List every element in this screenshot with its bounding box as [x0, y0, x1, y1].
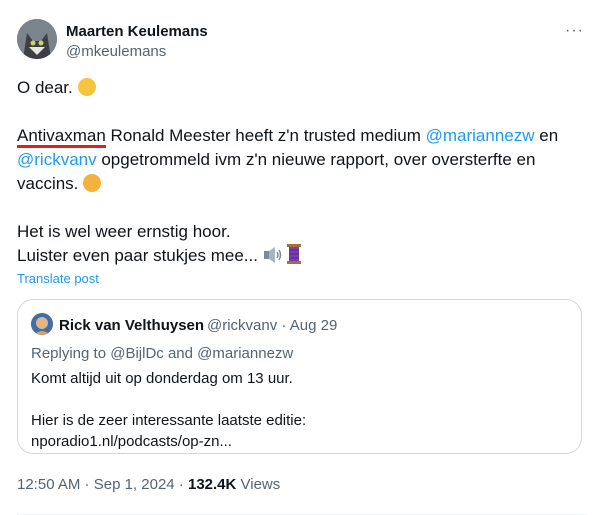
- quoted-author-avatar[interactable]: [31, 313, 53, 335]
- underlined-word: Antivaxman: [17, 126, 106, 148]
- quoted-author-handle[interactable]: @rickvanv: [207, 317, 277, 334]
- views-count: 132.4K: [187, 476, 237, 493]
- mention-mariannezw[interactable]: @mariannezw: [426, 126, 535, 145]
- reply-user-bijldc[interactable]: @BijlDc: [110, 345, 164, 362]
- tweet-line-1: O dear.: [17, 76, 587, 100]
- footer-separator-2: ·: [174, 476, 188, 493]
- quoted-link[interactable]: nporadio1.nl/podcasts/op-zn...: [31, 431, 306, 452]
- mention-rickvanv[interactable]: @rickvanv: [17, 150, 97, 169]
- tweet-text-segment: Ronald Meester heeft z'n trusted medium: [105, 126, 426, 145]
- avatar-image-icon: [17, 19, 57, 59]
- tweet-text-segment: en: [534, 126, 559, 145]
- quoted-author-name[interactable]: Rick van Velthuysen: [59, 317, 204, 334]
- quoted-text: Komt altijd uit op donderdag om 13 uur. …: [31, 368, 306, 452]
- quoted-separator: ·: [277, 317, 290, 334]
- quoted-line-2: Hier is de zeer interessante laatste edi…: [31, 412, 307, 429]
- tweet-line-1-text: O dear.: [17, 78, 73, 97]
- author-handle[interactable]: @mkeulemans: [66, 43, 166, 60]
- post-date[interactable]: Sep 1, 2024: [94, 476, 175, 493]
- spool-of-thread-emoji-icon: [287, 244, 302, 271]
- tweet: Maarten Keulemans @mkeulemans ··· O dear…: [0, 0, 603, 515]
- rolling-eyes-emoji-icon: [77, 78, 96, 96]
- quoted-line-1: Komt altijd uit op donderdag om 13 uur.: [31, 370, 293, 387]
- views-label: Views: [236, 476, 281, 493]
- tweet-text: O dear. Antivaxman Ronald Meester heeft …: [17, 76, 587, 271]
- replying-and-label: and: [163, 345, 198, 362]
- tired-face-emoji-icon: [83, 174, 102, 192]
- post-time[interactable]: 12:50 AM: [17, 476, 80, 493]
- author-avatar[interactable]: [17, 19, 57, 59]
- more-options-icon[interactable]: ···: [565, 22, 584, 40]
- author-name[interactable]: Maarten Keulemans: [66, 23, 208, 40]
- quoted-avatar-image-icon: [31, 313, 53, 335]
- quoted-tweet[interactable]: Rick van Velthuysen @rickvanv · Aug 29 R…: [17, 299, 582, 454]
- tweet-line-3: Het is wel weer ernstig hoor.: [17, 222, 231, 241]
- speaker-emoji-icon: [263, 246, 283, 271]
- tweet-paragraph-2: Antivaxman Ronald Meester heeft z'n trus…: [17, 124, 587, 196]
- footer-separator: ·: [80, 476, 94, 493]
- replying-to-label: Replying to: [31, 345, 111, 362]
- quoted-meta: @rickvanv · Aug 29: [207, 317, 337, 334]
- translate-post-link[interactable]: Translate post: [17, 271, 99, 286]
- reply-user-mariannezw[interactable]: @mariannezw: [197, 345, 293, 362]
- quoted-date[interactable]: Aug 29: [290, 317, 338, 334]
- tweet-footer: 12:50 AM · Sep 1, 2024 · 132.4K Views: [17, 476, 280, 493]
- tweet-line-4-text: Luister even paar stukjes mee...: [17, 246, 258, 265]
- tweet-line-4: Luister even paar stukjes mee...: [17, 244, 587, 271]
- quoted-replying-to: Replying to @BijlDc and @mariannezw: [31, 345, 293, 362]
